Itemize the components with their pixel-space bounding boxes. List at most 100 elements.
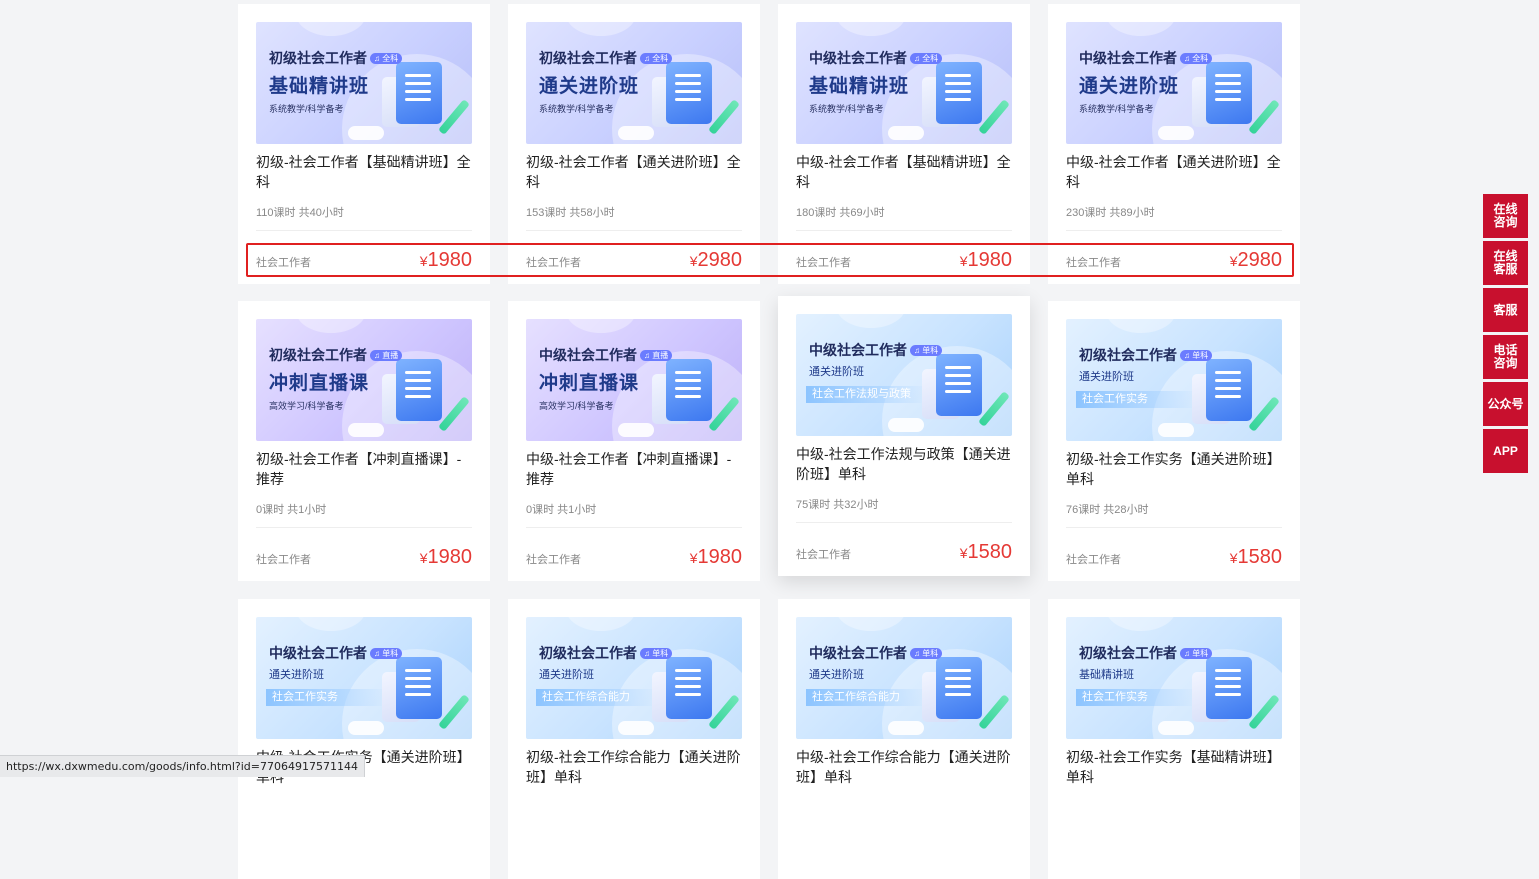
course-card[interactable]: 初级社会工作者 ♫ 单科 基础精讲班 社会工作实务 初级-社会工作实务【基础精讲班… (1048, 599, 1300, 879)
banner-subtitle: 系统教学/科学备考 (269, 104, 344, 114)
banner-level: 中级社会工作者 ♫ 单科 (269, 643, 403, 663)
course-title[interactable]: 初级-社会工作实务【基础精讲班】单科 (1066, 747, 1282, 787)
banner-subject: 社会工作实务 (1076, 391, 1192, 408)
banner-subject: 社会工作实务 (266, 689, 382, 706)
banner-tag: ♫ 单科 (370, 648, 403, 659)
cloud-illustration (888, 418, 924, 432)
course-card[interactable]: 初级社会工作者 ♫ 单科 通关进阶班 社会工作实务 初级-社会工作实务【通关进阶班… (1048, 301, 1300, 581)
banner-title: 通关进阶班 (1079, 371, 1134, 383)
cloud-illustration (348, 721, 384, 735)
document-icon (666, 657, 712, 719)
banner-tag: ♫ 全科 (640, 53, 673, 64)
course-banner[interactable]: 初级社会工作者 ♫ 直播 冲刺直播课 高效学习/科学备考 (256, 319, 472, 441)
course-title[interactable]: 初级-社会工作者【通关进阶班】全科 (526, 152, 742, 192)
sidebar-service-button[interactable]: 客服 (1483, 288, 1528, 332)
course-banner[interactable]: 中级社会工作者 ♫ 单科 通关进阶班 社会工作综合能力 (796, 617, 1012, 739)
banner-tag: ♫ 直播 (370, 350, 403, 361)
banner-subtitle: 系统教学/科学备考 (809, 104, 884, 114)
course-banner[interactable]: 初级社会工作者 ♫ 单科 通关进阶班 社会工作综合能力 (526, 617, 742, 739)
banner-level: 中级社会工作者 ♫ 单科 (809, 643, 943, 663)
course-title[interactable]: 中级-社会工作者【基础精讲班】全科 (796, 152, 1012, 192)
banner-tag: ♫ 全科 (1180, 53, 1213, 64)
document-icon (396, 657, 442, 719)
card-footer: 社会工作者 ¥1580 (796, 536, 1012, 564)
course-card[interactable]: 中级社会工作者 ♫ 全科 基础精讲班 系统教学/科学备考 中级-社会工作者【基础精… (778, 4, 1030, 284)
course-hours: 153课时 共58小时 (526, 204, 742, 231)
course-card[interactable]: 初级社会工作者 ♫ 全科 基础精讲班 系统教学/科学备考 初级-社会工作者【基础精… (238, 4, 490, 284)
banner-level: 初级社会工作者 ♫ 单科 (539, 643, 673, 663)
course-card[interactable]: 初级社会工作者 ♫ 单科 通关进阶班 社会工作综合能力 初级-社会工作综合能力【通… (508, 599, 760, 879)
banner-level: 初级社会工作者 ♫ 单科 (1079, 345, 1213, 365)
banner-title: 冲刺直播课 (269, 373, 370, 394)
card-footer: 社会工作者 ¥1580 (1066, 541, 1282, 569)
banner-subtitle: 系统教学/科学备考 (1079, 104, 1154, 114)
course-price: ¥1580 (959, 541, 1012, 563)
course-category: 社会工作者 (796, 549, 851, 561)
course-title[interactable]: 初级-社会工作者【冲刺直播课】-推荐 (256, 449, 472, 489)
banner-tag: ♫ 全科 (910, 53, 943, 64)
sidebar-phone-button[interactable]: 电话咨询 (1483, 335, 1528, 379)
banner-subtitle: 高效学习/科学备考 (539, 401, 614, 411)
course-card[interactable]: 初级社会工作者 ♫ 全科 通关进阶班 系统教学/科学备考 初级-社会工作者【通关进… (508, 4, 760, 284)
course-banner[interactable]: 中级社会工作者 ♫ 单科 通关进阶班 社会工作法规与政策 (796, 314, 1012, 436)
cloud-illustration (348, 423, 384, 437)
course-banner[interactable]: 中级社会工作者 ♫ 全科 通关进阶班 系统教学/科学备考 (1066, 22, 1282, 144)
sidebar-chat-consult-button[interactable]: 在线咨询 (1483, 194, 1528, 238)
document-icon (1206, 62, 1252, 124)
course-title[interactable]: 中级-社会工作法规与政策【通关进阶班】单科 (796, 444, 1012, 484)
course-hours: 75课时 共32小时 (796, 496, 1012, 523)
banner-tag: ♫ 单科 (640, 648, 673, 659)
course-card[interactable]: 中级社会工作者♫ 单科 通关进阶班 社会工作实务 中级-社会工作实务【通关进阶班… (238, 599, 490, 879)
document-icon (1206, 657, 1252, 719)
course-title[interactable]: 中级-社会工作者【通关进阶班】全科 (1066, 152, 1282, 192)
banner-tag: ♫ 单科 (910, 345, 943, 356)
course-banner[interactable]: 初级社会工作者 ♫ 单科 通关进阶班 社会工作实务 (1066, 319, 1282, 441)
floating-sidebar: 在线咨询 在线客服 客服 电话咨询 公众号 APP (1483, 194, 1528, 476)
course-banner[interactable]: 中级社会工作者 ♫ 单科 通关进阶班 社会工作实务 (256, 617, 472, 739)
banner-title: 通关进阶班 (809, 366, 864, 378)
banner-title: 基础精讲班 (809, 76, 910, 97)
banner-tag: ♫ 单科 (1180, 648, 1213, 659)
document-icon (1206, 359, 1252, 421)
course-banner[interactable]: 中级社会工作者 ♫ 全科 基础精讲班 系统教学/科学备考 (796, 22, 1012, 144)
cloud-illustration (348, 126, 384, 140)
cloud-illustration (1158, 126, 1194, 140)
course-title[interactable]: 初级-社会工作综合能力【通关进阶班】单科 (526, 747, 742, 787)
banner-level: 中级社会工作者 ♫ 直播 (539, 345, 673, 365)
course-hours: 110课时 共40小时 (256, 204, 472, 231)
banner-title: 通关进阶班 (269, 669, 324, 681)
course-card[interactable]: 初级社会工作者 ♫ 直播 冲刺直播课 高效学习/科学备考 初级-社会工作者【冲刺直… (238, 301, 490, 581)
sidebar-app-button[interactable]: APP (1483, 429, 1528, 473)
course-card[interactable]: 中级社会工作者 ♫ 全科 通关进阶班 系统教学/科学备考 中级-社会工作者【通关进… (1048, 4, 1300, 284)
banner-subtitle: 系统教学/科学备考 (539, 104, 614, 114)
sidebar-wechat-official-button[interactable]: 公众号 (1483, 382, 1528, 426)
course-banner[interactable]: 初级社会工作者 ♫ 单科 基础精讲班 社会工作实务 (1066, 617, 1282, 739)
course-card[interactable]: 中级社会工作者 ♫ 直播 冲刺直播课 高效学习/科学备考 中级-社会工作者【冲刺直… (508, 301, 760, 581)
course-title[interactable]: 初级-社会工作实务【通关进阶班】单科 (1066, 449, 1282, 489)
sidebar-online-service-button[interactable]: 在线客服 (1483, 241, 1528, 285)
banner-title: 通关进阶班 (1079, 76, 1180, 97)
banner-title: 通关进阶班 (539, 76, 640, 97)
course-title[interactable]: 中级-社会工作者【冲刺直播课】-推荐 (526, 449, 742, 489)
price-row-highlight (246, 243, 1294, 277)
document-icon (936, 354, 982, 416)
course-card[interactable]: 中级社会工作者 ♫ 单科 通关进阶班 社会工作法规与政策 中级-社会工作法规与政策… (778, 296, 1030, 576)
document-icon (396, 359, 442, 421)
banner-title: 冲刺直播课 (539, 373, 640, 394)
banner-subject: 社会工作法规与政策 (806, 386, 922, 403)
course-price: ¥1580 (1229, 546, 1282, 568)
course-banner[interactable]: 中级社会工作者 ♫ 直播 冲刺直播课 高效学习/科学备考 (526, 319, 742, 441)
course-title[interactable]: 中级-社会工作综合能力【通关进阶班】单科 (796, 747, 1012, 787)
banner-level: 初级社会工作者 ♫ 直播 (269, 345, 403, 365)
course-banner[interactable]: 初级社会工作者 ♫ 全科 基础精讲班 系统教学/科学备考 (256, 22, 472, 144)
course-card[interactable]: 中级社会工作者 ♫ 单科 通关进阶班 社会工作综合能力 中级-社会工作综合能力【通… (778, 599, 1030, 879)
document-icon (666, 62, 712, 124)
banner-tag: ♫ 单科 (910, 648, 943, 659)
course-title[interactable]: 初级-社会工作者【基础精讲班】全科 (256, 152, 472, 192)
course-banner[interactable]: 初级社会工作者 ♫ 全科 通关进阶班 系统教学/科学备考 (526, 22, 742, 144)
banner-title: 通关进阶班 (539, 669, 594, 681)
course-category: 社会工作者 (1066, 554, 1121, 566)
course-category: 社会工作者 (256, 554, 311, 566)
banner-level: 中级社会工作者 ♫ 全科 (809, 48, 943, 68)
document-icon (936, 62, 982, 124)
